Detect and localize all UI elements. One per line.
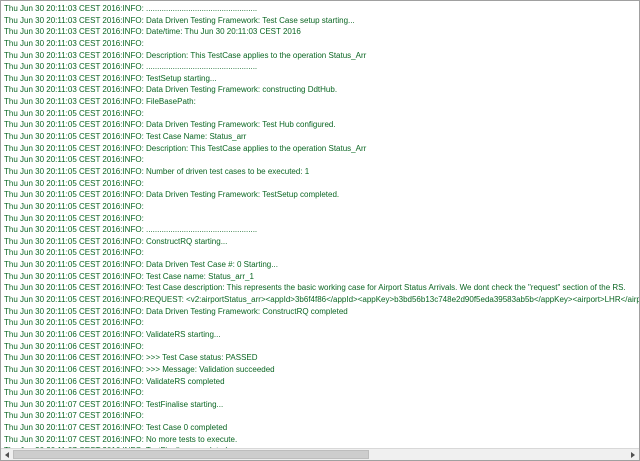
log-line: Thu Jun 30 20:11:05 CEST 2016:INFO: Test…	[4, 132, 247, 142]
log-line: Thu Jun 30 20:11:06 CEST 2016:INFO: Vali…	[4, 329, 221, 339]
log-line: Thu Jun 30 20:11:05 CEST 2016:INFO: Data…	[4, 260, 278, 270]
log-line: Thu Jun 30 20:11:07 CEST 2016:INFO: Test…	[4, 399, 224, 409]
log-line: Thu Jun 30 20:11:07 CEST 2016:INFO: Test…	[4, 423, 228, 433]
log-line: Thu Jun 30 20:11:05 CEST 2016:INFO: Numb…	[4, 166, 310, 176]
log-line: Thu Jun 30 20:11:05 CEST 2016:INFO: Data…	[4, 120, 336, 130]
log-line: Thu Jun 30 20:11:05 CEST 2016:INFO:	[4, 201, 144, 211]
log-line: Thu Jun 30 20:11:05 CEST 2016:INFO: ....…	[4, 225, 258, 235]
scroll-left-button[interactable]	[1, 449, 13, 460]
log-line: Thu Jun 30 20:11:03 CEST 2016:INFO: ....…	[4, 4, 258, 13]
scrollbar-thumb[interactable]	[13, 450, 369, 459]
log-line: Thu Jun 30 20:11:07 CEST 2016:INFO: No m…	[4, 434, 238, 444]
log-line: Thu Jun 30 20:11:05 CEST 2016:INFO:	[4, 248, 144, 258]
log-line: Thu Jun 30 20:11:05 CEST 2016:INFO: Test…	[4, 283, 626, 293]
scrollbar-track[interactable]	[13, 449, 627, 460]
log-content[interactable]: Thu Jun 30 20:11:03 CEST 2016:INFO: ....…	[3, 3, 639, 450]
log-line: Thu Jun 30 20:11:05 CEST 2016:INFO: Test…	[4, 271, 254, 281]
log-line: Thu Jun 30 20:11:05 CEST 2016:INFO:	[4, 108, 144, 118]
log-window: Thu Jun 30 20:11:03 CEST 2016:INFO: ....…	[0, 0, 640, 461]
log-line: Thu Jun 30 20:11:03 CEST 2016:INFO: Desc…	[4, 50, 367, 60]
log-line: Thu Jun 30 20:11:05 CEST 2016:INFO:	[4, 318, 144, 328]
log-line: Thu Jun 30 20:11:03 CEST 2016:INFO:	[4, 38, 144, 48]
log-line: Thu Jun 30 20:11:05 CEST 2016:INFO: Desc…	[4, 143, 367, 153]
log-line: Thu Jun 30 20:11:06 CEST 2016:INFO: Vali…	[4, 376, 225, 386]
arrow-right-icon	[631, 451, 635, 458]
log-line: Thu Jun 30 20:11:05 CEST 2016:INFO: Cons…	[4, 236, 228, 246]
log-line: Thu Jun 30 20:11:05 CEST 2016:INFO:REQUE…	[4, 295, 639, 305]
log-line: Thu Jun 30 20:11:03 CEST 2016:INFO: Data…	[4, 15, 355, 25]
log-line: Thu Jun 30 20:11:03 CEST 2016:INFO: File…	[4, 97, 196, 107]
log-line: Thu Jun 30 20:11:06 CEST 2016:INFO: >>> …	[4, 364, 275, 374]
log-line: Thu Jun 30 20:11:05 CEST 2016:INFO: Data…	[4, 306, 348, 316]
arrow-left-icon	[5, 451, 9, 458]
log-line: Thu Jun 30 20:11:03 CEST 2016:INFO: Test…	[4, 73, 217, 83]
log-line: Thu Jun 30 20:11:03 CEST 2016:INFO: ....…	[4, 62, 258, 72]
log-line: Thu Jun 30 20:11:05 CEST 2016:INFO:	[4, 178, 144, 188]
log-line: Thu Jun 30 20:11:07 CEST 2016:INFO:	[4, 411, 144, 421]
horizontal-scrollbar[interactable]	[1, 448, 639, 460]
log-line: Thu Jun 30 20:11:03 CEST 2016:INFO: Date…	[4, 27, 301, 37]
log-line: Thu Jun 30 20:11:06 CEST 2016:INFO:	[4, 341, 144, 351]
log-line: Thu Jun 30 20:11:05 CEST 2016:INFO:	[4, 213, 144, 223]
log-line: Thu Jun 30 20:11:06 CEST 2016:INFO: >>> …	[4, 353, 258, 363]
log-line: Thu Jun 30 20:11:06 CEST 2016:INFO:	[4, 388, 144, 398]
log-line: Thu Jun 30 20:11:05 CEST 2016:INFO: Data…	[4, 190, 340, 200]
scroll-right-button[interactable]	[627, 449, 639, 460]
log-line: Thu Jun 30 20:11:03 CEST 2016:INFO: Data…	[4, 85, 338, 95]
log-line: Thu Jun 30 20:11:05 CEST 2016:INFO:	[4, 155, 144, 165]
